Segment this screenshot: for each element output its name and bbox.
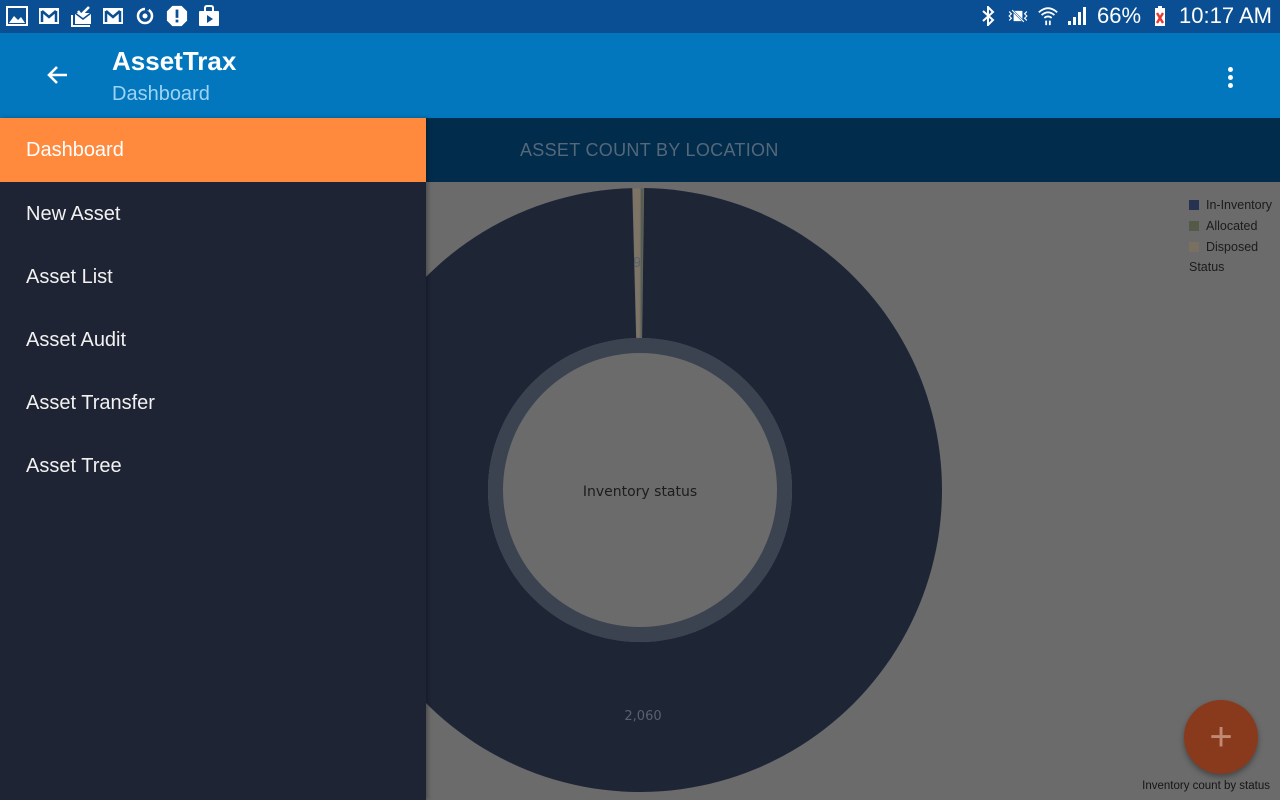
chart-legend: In-Inventory Allocated Disposed Status (1189, 194, 1272, 278)
drawer-item-asset-transfer[interactable]: Asset Transfer (0, 371, 426, 434)
gmail-icon (38, 5, 60, 27)
add-fab-button[interactable]: + (1184, 700, 1258, 774)
legend-item-disposed[interactable]: Disposed (1189, 236, 1272, 257)
drawer-item-asset-list[interactable]: Asset List (0, 245, 426, 308)
drawer-item-dashboard[interactable]: Dashboard (0, 118, 426, 182)
legend-label: Disposed (1206, 239, 1259, 254)
chart-caption: Inventory count by status (1142, 780, 1270, 792)
drawer-item-asset-tree[interactable]: Asset Tree (0, 434, 426, 497)
legend-label: Allocated (1206, 218, 1258, 233)
legend-item-in-inventory[interactable]: In-Inventory (1189, 194, 1272, 215)
arrow-back-icon (46, 63, 70, 92)
app-title: AssetTrax (112, 46, 237, 76)
app-bar: AssetTrax Dashboard (0, 33, 1280, 118)
drawer-item-asset-audit[interactable]: Asset Audit (0, 308, 426, 371)
system-icons: 66% 10:17 AM (977, 3, 1272, 29)
back-button[interactable] (40, 59, 76, 95)
plus-icon: + (1209, 714, 1233, 759)
bluetooth-icon (977, 5, 999, 27)
clock: 10:17 AM (1179, 3, 1272, 28)
page-subtitle: Dashboard (112, 83, 210, 105)
legend-item-allocated[interactable]: Allocated (1189, 215, 1272, 236)
wifi-icon (1037, 5, 1059, 27)
legend-label: In-Inventory (1206, 197, 1273, 212)
sync-icon (134, 5, 156, 27)
play-store-icon (198, 5, 220, 27)
navigation-drawer: Dashboard New Asset Asset List Asset Aud… (0, 118, 426, 800)
legend-swatch (1189, 220, 1199, 231)
battery-icon (1149, 5, 1171, 27)
mail-check-icon (70, 5, 92, 27)
more-options-button[interactable] (1218, 61, 1242, 93)
gallery-icon (6, 5, 28, 27)
chart-title: Inventory status (583, 484, 697, 500)
vibrate-mute-icon (1007, 5, 1029, 27)
battery-percent: 66% (1097, 3, 1142, 28)
status-bar: 66% 10:17 AM (0, 0, 1280, 33)
signal-icon (1067, 5, 1089, 27)
notification-icons (6, 5, 220, 27)
more-vert-icon (1227, 66, 1233, 72)
legend-title: Status (1189, 260, 1225, 274)
legend-swatch (1189, 241, 1199, 252)
app-screen: 66% 10:17 AM AssetTrax Dashboard MMARY A… (0, 0, 1280, 800)
gmail-icon (102, 5, 124, 27)
tab-asset-count-by-location[interactable]: ASSET COUNT BY LOCATION (520, 140, 779, 161)
alert-icon (166, 5, 188, 27)
data-label: 2,060 (624, 709, 661, 724)
drawer-item-new-asset[interactable]: New Asset (0, 182, 426, 245)
legend-swatch (1189, 199, 1199, 210)
